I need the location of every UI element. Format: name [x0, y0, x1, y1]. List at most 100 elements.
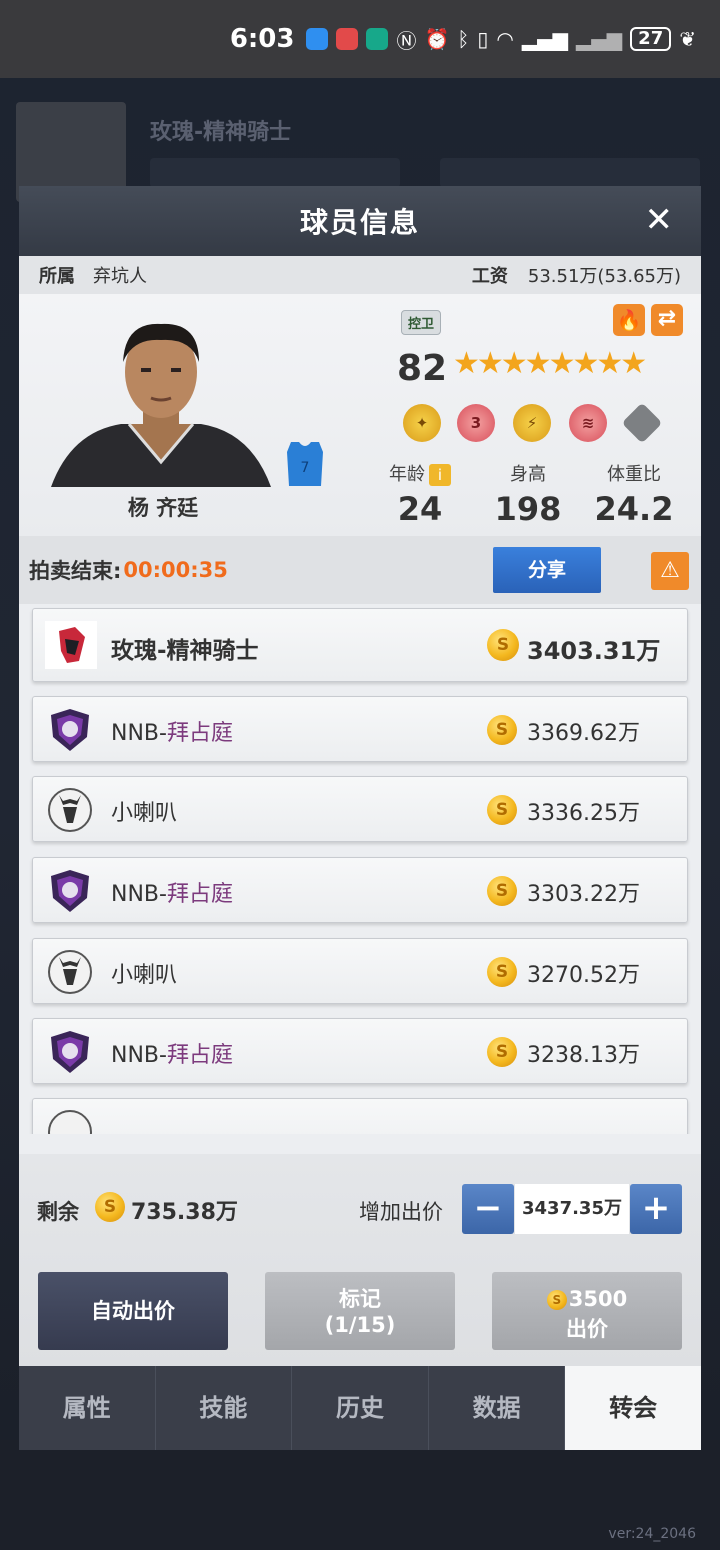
jersey-number: 7 — [301, 460, 310, 476]
bid-list[interactable]: 玫瑰-精神骑士 S 3403.31万 NNB-拜占庭 S 3369.62万 小喇… — [19, 604, 701, 1134]
bid-row[interactable]: NNB-拜占庭 S 3303.22万 — [32, 857, 688, 923]
swap-icon[interactable]: ⇄ — [651, 304, 683, 336]
coin-icon: S — [487, 795, 517, 825]
affiliation-value: 弃坑人 — [93, 266, 147, 287]
modal-title: 球员信息 — [299, 206, 420, 239]
vibrate-icon: ▯ — [477, 27, 489, 51]
auction-bar: 拍卖结束: 00:00:35 分享 ⚠ — [19, 536, 701, 604]
shopping-app-icon — [336, 28, 359, 50]
jersey-icon: 7 — [287, 442, 323, 486]
bid-row[interactable] — [32, 1098, 688, 1134]
team-name: 小喇叭 — [111, 801, 178, 826]
age-label-wrap: 年龄 i — [375, 460, 465, 486]
coin-icon: S — [487, 957, 517, 987]
auto-bid-button[interactable]: 自动出价 — [38, 1272, 228, 1350]
status-bar: 6:03 Ⓝ ⏰ ᛒ ▯ ◠ ▂▄▆ ▂▄▆ 27 ❦ — [0, 0, 720, 78]
stag-logo — [48, 950, 92, 994]
weight-ratio-label: 体重比 — [607, 464, 661, 485]
byzantine-logo — [51, 709, 89, 751]
bid-row[interactable]: NNB-拜占庭 S 3369.62万 — [32, 696, 688, 762]
team-accent: 拜占庭 — [166, 882, 233, 907]
increase-bid-button[interactable]: + — [630, 1184, 682, 1234]
bid-button-label: 出价 — [566, 1317, 608, 1341]
bid-amount: 3336.25万 — [527, 801, 640, 826]
team-prefix: NNB- — [111, 882, 167, 907]
remaining-value: 735.38万 — [131, 1200, 238, 1225]
bid-value-input[interactable]: 3437.35万 — [515, 1184, 629, 1234]
tab-skills[interactable]: 技能 — [156, 1366, 293, 1450]
stag-logo — [48, 1110, 92, 1134]
bid-amount: 3403.31万 — [527, 637, 661, 665]
remaining-label: 剩余 — [37, 1200, 79, 1224]
modal-header: 球员信息 ✕ — [19, 186, 701, 256]
bid-amount: 3369.62万 — [527, 721, 640, 746]
rose-knight-logo — [45, 621, 97, 669]
bid-amount: 3270.52万 — [527, 963, 640, 988]
tab-attributes[interactable]: 属性 — [19, 1366, 156, 1450]
background-coin-bar — [150, 158, 400, 188]
player-name: 杨 齐廷 — [127, 496, 199, 520]
close-icon[interactable]: ✕ — [645, 202, 674, 238]
affiliation-row: 所属 弃坑人 工资 53.51万(53.65万) — [19, 256, 701, 294]
status-time: 6:03 — [229, 24, 295, 54]
byzantine-logo — [51, 1031, 89, 1073]
player-card: 7 杨 齐廷 控卫 🔥 ⇄ 82 ★★★★★★★★ ✦ 3 ⚡ ≋ 年龄 i 24… — [19, 294, 701, 536]
decrease-bid-button[interactable]: − — [462, 1184, 514, 1234]
coin-icon: S — [95, 1192, 125, 1222]
auction-timer: 00:00:35 — [123, 558, 228, 582]
age-value: 24 — [397, 490, 443, 528]
bid-row[interactable]: 玫瑰-精神骑士 S 3403.31万 — [32, 608, 688, 682]
share-button[interactable]: 分享 — [493, 547, 601, 593]
bid-amount: 3303.22万 — [527, 882, 640, 907]
position-badge: 控卫 — [401, 310, 442, 335]
weight-ratio-value: 24.2 — [594, 490, 674, 528]
team-name: NNB-拜占庭 — [111, 715, 233, 747]
player-portrait — [51, 323, 271, 487]
player-rating: 82 — [397, 348, 448, 389]
auction-end-label: 拍卖结束: — [29, 559, 122, 583]
info-icon[interactable]: i — [429, 464, 451, 486]
raise-bid-label: 增加出价 — [359, 1200, 443, 1224]
warning-icon[interactable]: ⚠ — [651, 552, 689, 590]
alarm-icon: ⏰ — [424, 27, 450, 51]
gold-medal-icon[interactable]: ✦ — [403, 404, 441, 442]
fire-icon[interactable]: 🔥 — [613, 304, 645, 336]
height-value: 198 — [494, 490, 562, 528]
coin-icon: S — [487, 1037, 517, 1067]
team-name: 小喇叭 — [111, 963, 178, 988]
bid-row[interactable]: NNB-拜占庭 S 3238.13万 — [32, 1018, 688, 1084]
tab-history[interactable]: 历史 — [292, 1366, 429, 1450]
age-label: 年龄 — [389, 464, 425, 485]
mark-button[interactable]: 标记 (1/15) — [265, 1272, 455, 1350]
mark-count: (1/15) — [324, 1313, 396, 1337]
signal-5g-icon: ▂▄▆ — [521, 27, 569, 51]
salary-label: 工资 — [471, 266, 508, 287]
bid-controls: 剩余 S 735.38万 增加出价 − 3437.35万 + 自动出价 标记 (… — [19, 1154, 701, 1366]
team-name: NNB-拜占庭 — [111, 876, 233, 908]
place-bid-button[interactable]: S 3500 出价 — [492, 1272, 682, 1350]
tab-data[interactable]: 数据 — [429, 1366, 566, 1450]
bid-row[interactable]: 小喇叭 S 3336.25万 — [32, 776, 688, 842]
signal-icon: ▂▄▆ — [576, 27, 623, 51]
mark-label: 标记 — [339, 1287, 381, 1311]
version-label: ver:24_2046 — [608, 1526, 696, 1542]
security-app-icon — [366, 28, 389, 50]
wifi-icon: ◠ — [496, 27, 514, 51]
stag-logo — [48, 788, 92, 832]
message-app-icon — [306, 28, 329, 50]
locked-badge-icon[interactable] — [621, 402, 663, 444]
lightning-medal-icon[interactable]: ⚡ — [513, 404, 551, 442]
team-prefix: NNB- — [111, 721, 167, 746]
team-name: NNB-拜占庭 — [111, 1037, 233, 1069]
bluetooth-icon: ᛒ — [457, 27, 470, 51]
number-3-medal-icon[interactable]: 3 — [457, 404, 495, 442]
coin-icon: S — [487, 715, 517, 745]
coin-icon: S — [546, 1290, 567, 1310]
tab-transfer[interactable]: 转会 — [565, 1366, 701, 1450]
bid-row[interactable]: 小喇叭 S 3270.52万 — [32, 938, 688, 1004]
player-info-modal: 球员信息 ✕ 所属 弃坑人 工资 53.51万(53.65万) 7 杨 齐廷 控… — [19, 186, 701, 1450]
wing-medal-icon[interactable]: ≋ — [569, 404, 607, 442]
leaf-icon: ❦ — [679, 27, 696, 51]
coin-icon: S — [487, 876, 517, 906]
salary-value: 53.51万(53.65万) — [527, 266, 681, 287]
